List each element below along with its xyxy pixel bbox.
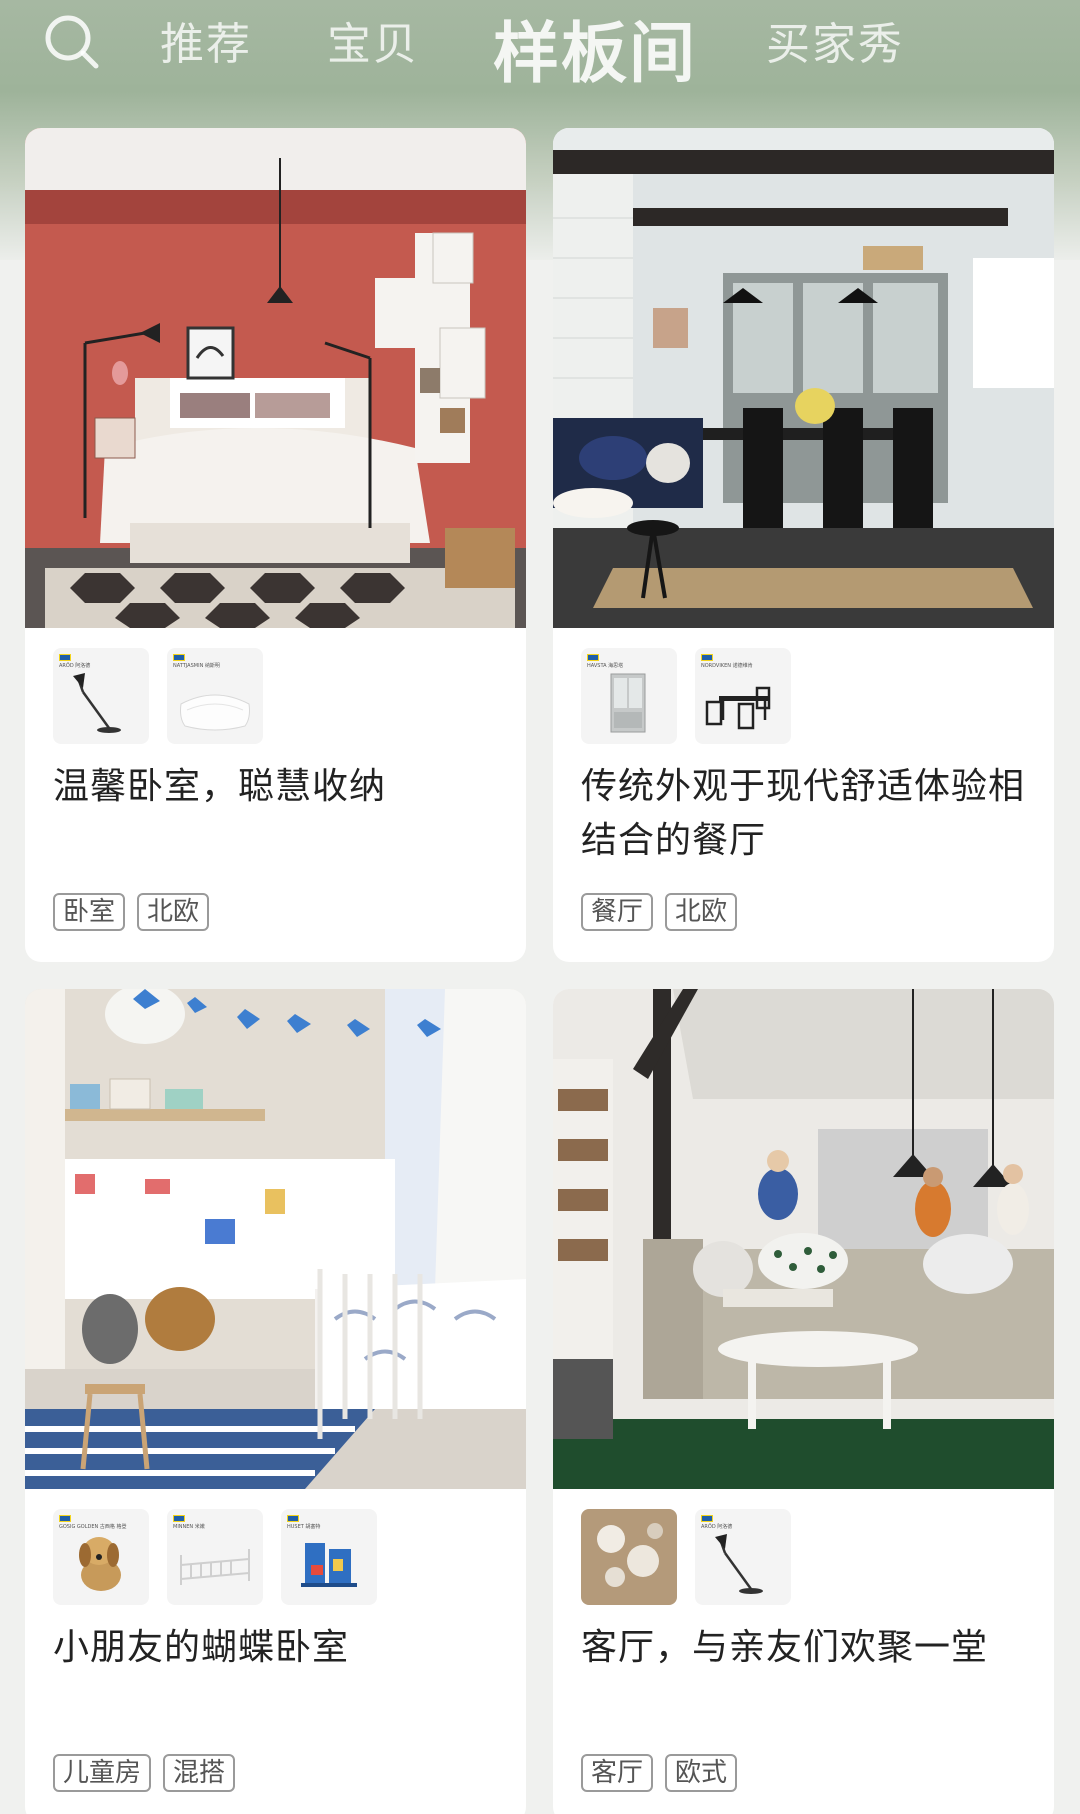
product-thumb[interactable]: NATTJASMIN 纳斯明 [167,648,263,744]
room-photo [25,989,526,1489]
tag[interactable]: 客厅 [581,1754,654,1792]
tag[interactable]: 北欧 [137,893,210,931]
room-photo [553,128,1054,628]
product-thumbs: GOSIG GOLDEN 古西格 格登 MINNEN 米嫩 HUSET 胡塞特 [53,1509,377,1605]
search-icon [45,15,99,69]
ikea-logo [701,654,713,661]
ikea-logo [587,654,599,661]
card-title: 客厅，与亲友们欢聚一堂 [581,1627,989,1668]
product-thumb[interactable]: HUSET 胡塞特 [281,1509,377,1605]
product-name: ARÖD 阿洛德 [701,1524,733,1530]
showroom-card[interactable]: HAVSTA 海思塔 NORDVIKEN 诺德维肯 传统外观于现代舒适体验相结合… [553,128,1054,962]
product-thumbs: ARÖD 阿洛德 NATTJASMIN 纳斯明 [53,648,263,744]
search-button[interactable] [40,10,104,74]
showroom-card[interactable]: ARÖD 阿洛德 客厅，与亲友们欢聚一堂 客厅 欧式 [553,989,1054,1814]
product-thumb[interactable]: ARÖD 阿洛德 [695,1509,791,1605]
tag[interactable]: 餐厅 [581,893,654,931]
ikea-logo [287,1515,299,1522]
tag[interactable]: 欧式 [665,1754,738,1792]
showroom-card[interactable]: GOSIG GOLDEN 古西格 格登 MINNEN 米嫩 HUSET 胡塞特 … [25,989,526,1814]
product-thumbs: ARÖD 阿洛德 [581,1509,791,1605]
product-thumb[interactable]: GOSIG GOLDEN 古西格 格登 [53,1509,149,1605]
ikea-logo [173,654,185,661]
room-photo [553,989,1054,1489]
tag[interactable]: 北欧 [665,893,738,931]
tab-buyer-show[interactable]: 买家秀 [766,8,904,72]
product-name: GOSIG GOLDEN 古西格 格登 [59,1524,127,1530]
tag[interactable]: 儿童房 [53,1754,152,1792]
card-title: 传统外观于现代舒适体验相结合的餐厅 [581,766,1026,861]
card-title: 小朋友的蝴蝶卧室 [53,1627,350,1668]
product-name: ARÖD 阿洛德 [59,663,91,669]
tab-items[interactable]: 宝贝 [327,8,419,72]
ikea-logo [59,654,71,661]
product-name: MINNEN 米嫩 [173,1524,205,1530]
showroom-grid: ARÖD 阿洛德 NATTJASMIN 纳斯明 温馨卧室，聪慧收纳 卧室 北欧 … [25,128,1055,1814]
tag[interactable]: 混搭 [163,1754,236,1792]
tag-list: 客厅 欧式 [581,1754,738,1792]
ikea-logo [59,1515,71,1522]
product-name: HAVSTA 海思塔 [587,663,624,669]
product-name: NATTJASMIN 纳斯明 [173,663,220,669]
product-name: HUSET 胡塞特 [287,1524,321,1530]
ikea-logo [173,1515,185,1522]
product-thumb[interactable]: ARÖD 阿洛德 [53,648,149,744]
product-thumb[interactable]: MINNEN 米嫩 [167,1509,263,1605]
product-thumb[interactable] [581,1509,677,1605]
tableware-photo-icon [581,1509,677,1605]
product-thumbs: HAVSTA 海思塔 NORDVIKEN 诺德维肯 [581,648,791,744]
tag[interactable]: 卧室 [53,893,126,931]
room-photo [25,128,526,628]
product-thumb[interactable]: NORDVIKEN 诺德维肯 [695,648,791,744]
tab-recommend[interactable]: 推荐 [160,8,252,72]
tag-list: 卧室 北欧 [53,893,210,931]
tag-list: 餐厅 北欧 [581,893,738,931]
product-thumb[interactable]: HAVSTA 海思塔 [581,648,677,744]
tab-showroom[interactable]: 样板间 [493,0,697,96]
card-title: 温馨卧室，聪慧收纳 [53,766,387,807]
showroom-card[interactable]: ARÖD 阿洛德 NATTJASMIN 纳斯明 温馨卧室，聪慧收纳 卧室 北欧 [25,128,526,962]
tag-list: 儿童房 混搭 [53,1754,236,1792]
ikea-logo [701,1515,713,1522]
top-nav: 推荐 宝贝 样板间 买家秀 [0,0,1080,92]
product-name: NORDVIKEN 诺德维肯 [701,663,753,669]
